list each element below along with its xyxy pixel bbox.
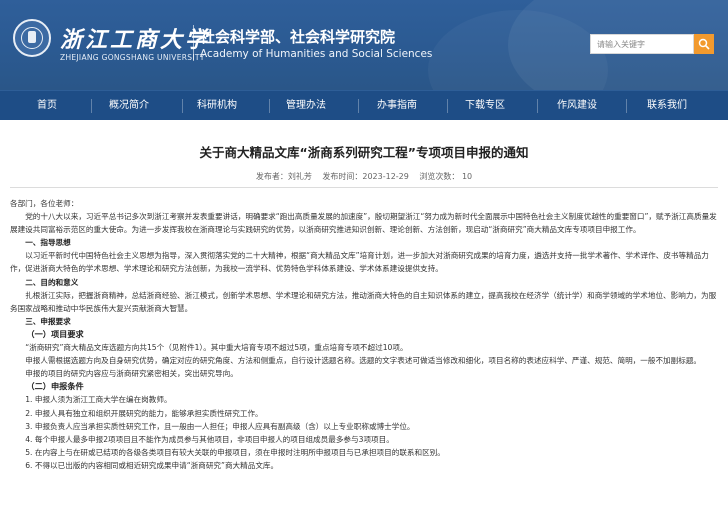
- nav-item-work-style[interactable]: 作风建设: [546, 91, 608, 121]
- nav-item-overview[interactable]: 概况简介: [98, 91, 160, 121]
- nav-item-research-institutes[interactable]: 科研机构: [186, 91, 248, 121]
- article-body: 各部门，各位老师： 党的十八大以来，习近平总书记多次到浙江考察并发表重要讲话，明…: [10, 197, 718, 472]
- university-name[interactable]: 浙江工商大学: [60, 22, 210, 54]
- header-divider: [193, 25, 194, 61]
- condition-item: 6. 不得以已出版的内容相同或相近研究成果申请“浙商研究”商大精品文库。: [25, 460, 279, 470]
- nav-separator: [626, 99, 627, 113]
- intro-paragraph: 党的十八大以来，习近平总书记多次到浙江考察并发表重要讲话，明确要求“跑出高质量发…: [10, 212, 717, 235]
- department-name[interactable]: 社会科学部、社会科学研究院: [200, 26, 395, 47]
- condition-item: 3. 申报负责人应当承担实质性研究工作，且一般由一人担任；申报人应具有副高级（含…: [25, 421, 415, 431]
- nav-item-regulations[interactable]: 管理办法: [275, 91, 337, 121]
- article-meta: 发布者：刘礼芳 发布时间：2023-12-29 浏览次数： 10: [0, 171, 728, 182]
- article-publisher: 发布者：刘礼芳: [255, 172, 312, 181]
- article-view-count: 浏览次数： 10: [419, 172, 473, 181]
- condition-item: 4. 每个申报人最多申报2项项目且不能作为成员参与其他项目，非项目申报人的项目组…: [25, 434, 394, 444]
- university-name-en: ZHEJIANG GONGSHANG UNIVERSITY: [60, 53, 205, 62]
- nav-item-guide[interactable]: 办事指南: [366, 91, 428, 121]
- search-icon: [698, 38, 710, 50]
- subsection-heading-project-requirements: （一）项目要求: [26, 328, 84, 339]
- nav-separator: [269, 99, 270, 113]
- section-paragraph-purpose: 扎根浙江实际，把握浙商精神，总结浙商经验、浙江模式，创新学术思想、学术理论和研究…: [10, 290, 717, 313]
- requirement-paragraph: 申报的项目的研究内容应与浙商研究紧密相关，突出研究导向。: [25, 369, 238, 379]
- university-seal-icon[interactable]: [13, 19, 51, 57]
- article-publish-time: 发布时间：2023-12-29: [322, 172, 409, 181]
- section-heading-purpose: 二、目的和意义: [25, 277, 79, 287]
- title-divider: [10, 187, 718, 188]
- search-button[interactable]: [694, 34, 714, 54]
- nav-item-downloads[interactable]: 下载专区: [454, 91, 516, 121]
- requirement-paragraph: “浙商研究”商大精品文库选题方向共15个（见附件1）。其中重大培育专项不超过5项…: [25, 343, 408, 353]
- department-name-en: Academy of Humanities and Social Science…: [200, 48, 433, 60]
- requirement-paragraph: 申报人需根据选题方向及自身研究优势，确定对应的研究角度、方法和侧重点，自行设计选…: [25, 356, 702, 366]
- greeting: 各部门，各位老师：: [10, 199, 79, 208]
- nav-item-contact[interactable]: 联系我们: [636, 91, 698, 121]
- section-heading-requirements: 三、申报要求: [25, 316, 71, 326]
- nav-separator: [182, 99, 183, 113]
- nav-separator: [537, 99, 538, 113]
- condition-item: 5. 在内容上与在研或已结项的各级各类项目有较大关联的申报项目，须在申报时注明所…: [25, 447, 445, 457]
- article-title: 关于商大精品文库“浙商系列研究工程”专项项目申报的通知: [199, 145, 529, 160]
- section-heading-guiding-thought: 一、指导思想: [25, 238, 71, 248]
- search-input[interactable]: 请输入关键字: [590, 34, 694, 54]
- section-paragraph-guiding-thought: 以习近平新时代中国特色社会主义思想为指导，深入贯彻落实党的二十大精神，根据“商大…: [10, 251, 709, 274]
- subsection-heading-conditions: （二）申报条件: [26, 381, 84, 392]
- site-header: 浙江工商大学 ZHEJIANG GONGSHANG UNIVERSITY 社会科…: [0, 0, 728, 90]
- nav-separator: [358, 99, 359, 113]
- main-nav: 首页 概况简介 科研机构 管理办法 办事指南 下载专区 作风建设 联系我们: [0, 90, 728, 120]
- condition-item: 1. 申报人须为浙江工商大学在编在岗教师。: [25, 395, 172, 405]
- nav-item-home[interactable]: 首页: [18, 91, 76, 121]
- nav-separator: [91, 99, 92, 113]
- nav-separator: [447, 99, 448, 113]
- condition-item: 2. 申报人具有独立和组织开展研究的能力，能够承担实质性研究工作。: [25, 408, 263, 418]
